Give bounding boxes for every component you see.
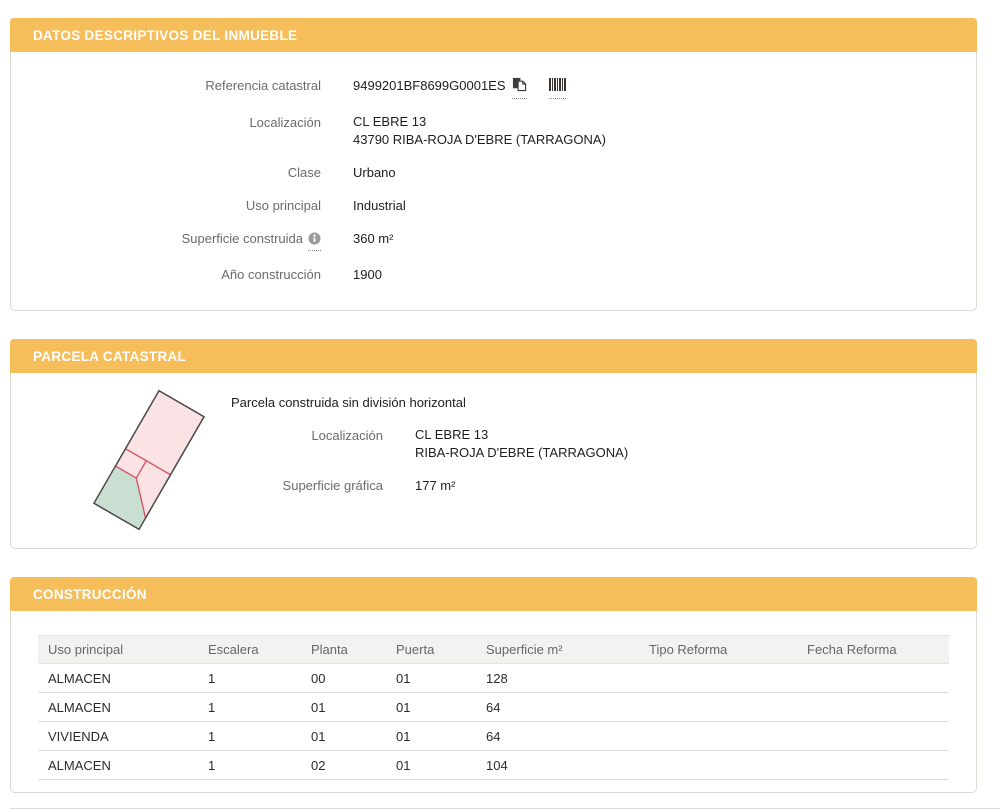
barcode-icon[interactable] [548, 78, 566, 99]
section-datos-descriptivos: DATOS DESCRIPTIVOS DEL INMUEBLE Referenc… [10, 18, 977, 311]
col-header-uso-principal: Uso principal [38, 635, 198, 664]
table-header-row: Uso principal Escalera Planta Puerta Sup… [38, 635, 949, 664]
cell-tipo-reforma [639, 692, 797, 722]
referencia-catastral-value: 9499201BF8699G0001ES [353, 76, 566, 99]
cell-superficie: 64 [476, 721, 639, 751]
anio-construccion-value: 1900 [353, 267, 382, 282]
cell-escalera: 1 [198, 750, 301, 780]
localizacion-value: CL EBRE 13 43790 RIBA-ROJA D'EBRE (TARRA… [353, 113, 606, 149]
construccion-table-wrap: Uso principal Escalera Planta Puerta Sup… [11, 611, 976, 792]
parcela-localizacion-value: CL EBRE 13 RIBA-ROJA D'EBRE (TARRAGONA) [415, 426, 628, 462]
superficie-construida-value: 360 m² [353, 231, 394, 246]
field-label: Año construcción [221, 267, 321, 282]
cell-planta: 01 [301, 721, 386, 751]
field-label: Superficie construida [11, 229, 321, 251]
cell-uso: ALMACEN [38, 750, 198, 780]
cell-tipo-reforma [639, 663, 797, 693]
field-label: Clase [287, 165, 321, 180]
copy-to-clipboard-icon[interactable] [511, 77, 527, 99]
uso-principal-value: Industrial [353, 198, 406, 213]
parcela-localizacion-line1: CL EBRE 13 [415, 427, 489, 442]
field-clase: Clase Urbano [11, 163, 976, 182]
field-uso-principal: Uso principal Industrial [11, 196, 976, 215]
cell-puerta: 01 [386, 692, 476, 722]
col-header-superficie: Superficie m² [476, 635, 639, 664]
field-label: Referencia catastral [205, 78, 321, 93]
cell-fecha-reforma [797, 663, 949, 693]
field-superficie-construida: Superficie construida 360 m² [11, 229, 976, 251]
cell-uso: VIVIENDA [38, 721, 198, 751]
col-header-planta: Planta [301, 635, 386, 664]
section-title-datos-descriptivos: DATOS DESCRIPTIVOS DEL INMUEBLE [10, 18, 977, 52]
cell-planta: 02 [301, 750, 386, 780]
field-parcela-localizacion: Localización CL EBRE 13 RIBA-ROJA D'EBRE… [231, 426, 628, 462]
cell-uso: ALMACEN [38, 663, 198, 693]
cell-tipo-reforma [639, 750, 797, 780]
localizacion-line1: CL EBRE 13 [353, 114, 427, 129]
col-header-escalera: Escalera [198, 635, 301, 664]
section-title-construccion: CONSTRUCCIÓN [10, 577, 977, 611]
parcela-body: Parcela construida sin división horizont… [11, 373, 976, 548]
field-referencia-catastral: Referencia catastral 9499201BF8699G0001E… [11, 76, 976, 99]
cell-uso: ALMACEN [38, 692, 198, 722]
info-icon[interactable] [308, 231, 321, 251]
table-row: ALMACEN 1 01 01 64 [38, 692, 949, 722]
localizacion-line2: 43790 RIBA-ROJA D'EBRE (TARRAGONA) [353, 132, 606, 147]
cell-escalera: 1 [198, 663, 301, 693]
cell-puerta: 01 [386, 750, 476, 780]
col-header-fecha-reforma: Fecha Reforma [797, 635, 949, 664]
cell-planta: 01 [301, 692, 386, 722]
table-row: ALMACEN 1 02 01 104 [38, 750, 949, 780]
clase-value: Urbano [353, 165, 396, 180]
field-label: Uso principal [245, 198, 321, 213]
field-anio-construccion: Año construcción 1900 [11, 265, 976, 284]
cell-fecha-reforma [797, 721, 949, 751]
field-superficie-grafica: Superficie gráfica 177 m² [231, 476, 628, 495]
datos-descriptivos-body: Referencia catastral 9499201BF8699G0001E… [11, 52, 976, 310]
field-label: Localización [311, 428, 383, 443]
parcela-localizacion-line2: RIBA-ROJA D'EBRE (TARRAGONA) [415, 445, 629, 460]
cell-fecha-reforma [797, 692, 949, 722]
cell-escalera: 1 [198, 692, 301, 722]
cell-puerta: 01 [386, 721, 476, 751]
cell-planta: 00 [301, 663, 386, 693]
superficie-grafica-value: 177 m² [415, 478, 456, 493]
cell-superficie: 104 [476, 750, 639, 780]
field-localizacion: Localización CL EBRE 13 43790 RIBA-ROJA … [11, 113, 976, 149]
cell-superficie: 64 [476, 692, 639, 722]
cell-fecha-reforma [797, 750, 949, 780]
parcela-intro-text: Parcela construida sin división horizont… [231, 395, 466, 410]
cell-puerta: 01 [386, 663, 476, 693]
construccion-table: Uso principal Escalera Planta Puerta Sup… [38, 635, 949, 780]
col-header-puerta: Puerta [386, 635, 476, 664]
col-header-tipo-reforma: Tipo Reforma [639, 635, 797, 664]
cell-tipo-reforma [639, 721, 797, 751]
section-title-parcela-catastral: PARCELA CATASTRAL [10, 339, 977, 373]
parcel-map-figure[interactable] [67, 389, 227, 536]
field-label: Localización [249, 115, 321, 130]
section-construccion: CONSTRUCCIÓN Uso principal Escalera Plan… [10, 577, 977, 793]
cell-escalera: 1 [198, 721, 301, 751]
table-row: ALMACEN 1 00 01 128 [38, 663, 949, 693]
section-parcela-catastral: PARCELA CATASTRAL Parcela construida sin… [10, 339, 977, 549]
field-label: Superficie gráfica [282, 478, 383, 493]
parcela-details: Parcela construida sin división horizont… [231, 389, 628, 536]
table-row: VIVIENDA 1 01 01 64 [38, 721, 949, 751]
cell-superficie: 128 [476, 663, 639, 693]
